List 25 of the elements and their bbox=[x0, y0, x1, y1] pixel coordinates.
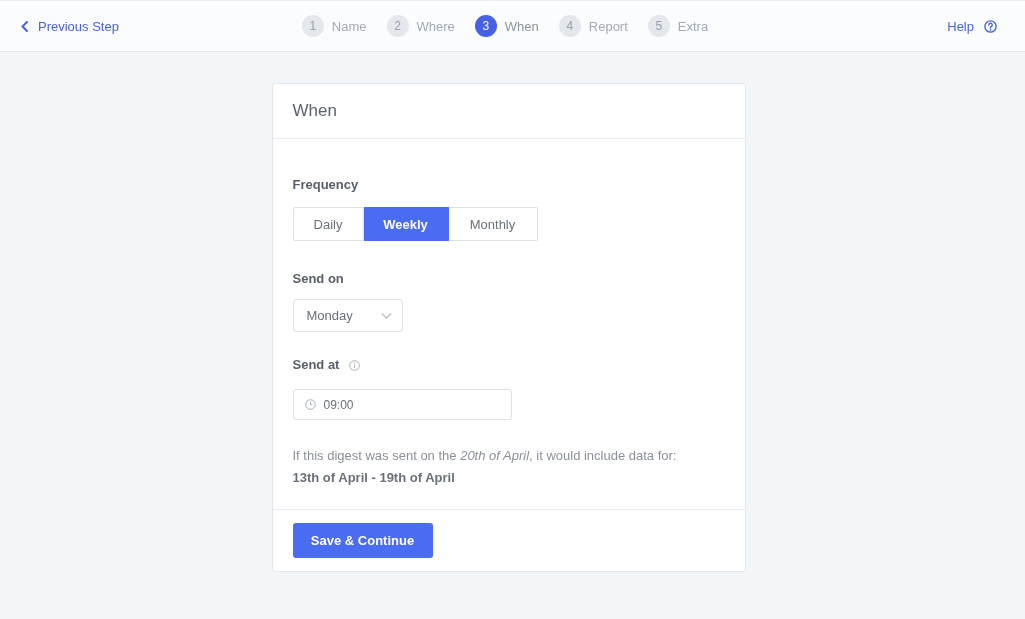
date-range-text: 13th of April - 19th of April bbox=[292, 469, 455, 487]
info-icon bbox=[349, 359, 361, 371]
card-title: When bbox=[292, 101, 337, 121]
time-field[interactable]: 09:00 bbox=[292, 389, 512, 420]
step-number: 4 bbox=[558, 15, 581, 37]
send-on-label: Send on bbox=[292, 270, 344, 288]
step-tab[interactable]: 3 When bbox=[474, 15, 539, 37]
send-at-label: Send at bbox=[292, 356, 340, 374]
chevron-down-icon bbox=[380, 312, 392, 319]
step-number: 5 bbox=[647, 15, 670, 37]
chevron-left-icon bbox=[21, 20, 28, 32]
step-number: 3 bbox=[474, 15, 497, 37]
save-continue-button[interactable]: Save & Continue bbox=[292, 523, 433, 558]
clock-icon bbox=[304, 399, 316, 410]
day-dropdown[interactable]: Monday bbox=[292, 299, 403, 332]
frequency-option[interactable]: Weekly bbox=[363, 207, 449, 241]
frequency-label: Frequency bbox=[292, 176, 359, 194]
previous-step-link[interactable]: Previous Step bbox=[21, 18, 119, 34]
summary-text: If this digest was sent on the 20th of April, it would include data for: bbox=[292, 447, 677, 465]
frequency-option[interactable]: Daily bbox=[292, 207, 364, 241]
step-number: 1 bbox=[301, 15, 324, 37]
step-number: 2 bbox=[386, 15, 409, 37]
help-link[interactable]: Help bbox=[947, 18, 997, 34]
help-icon bbox=[984, 19, 997, 33]
frequency-option[interactable]: Monthly bbox=[448, 207, 538, 241]
